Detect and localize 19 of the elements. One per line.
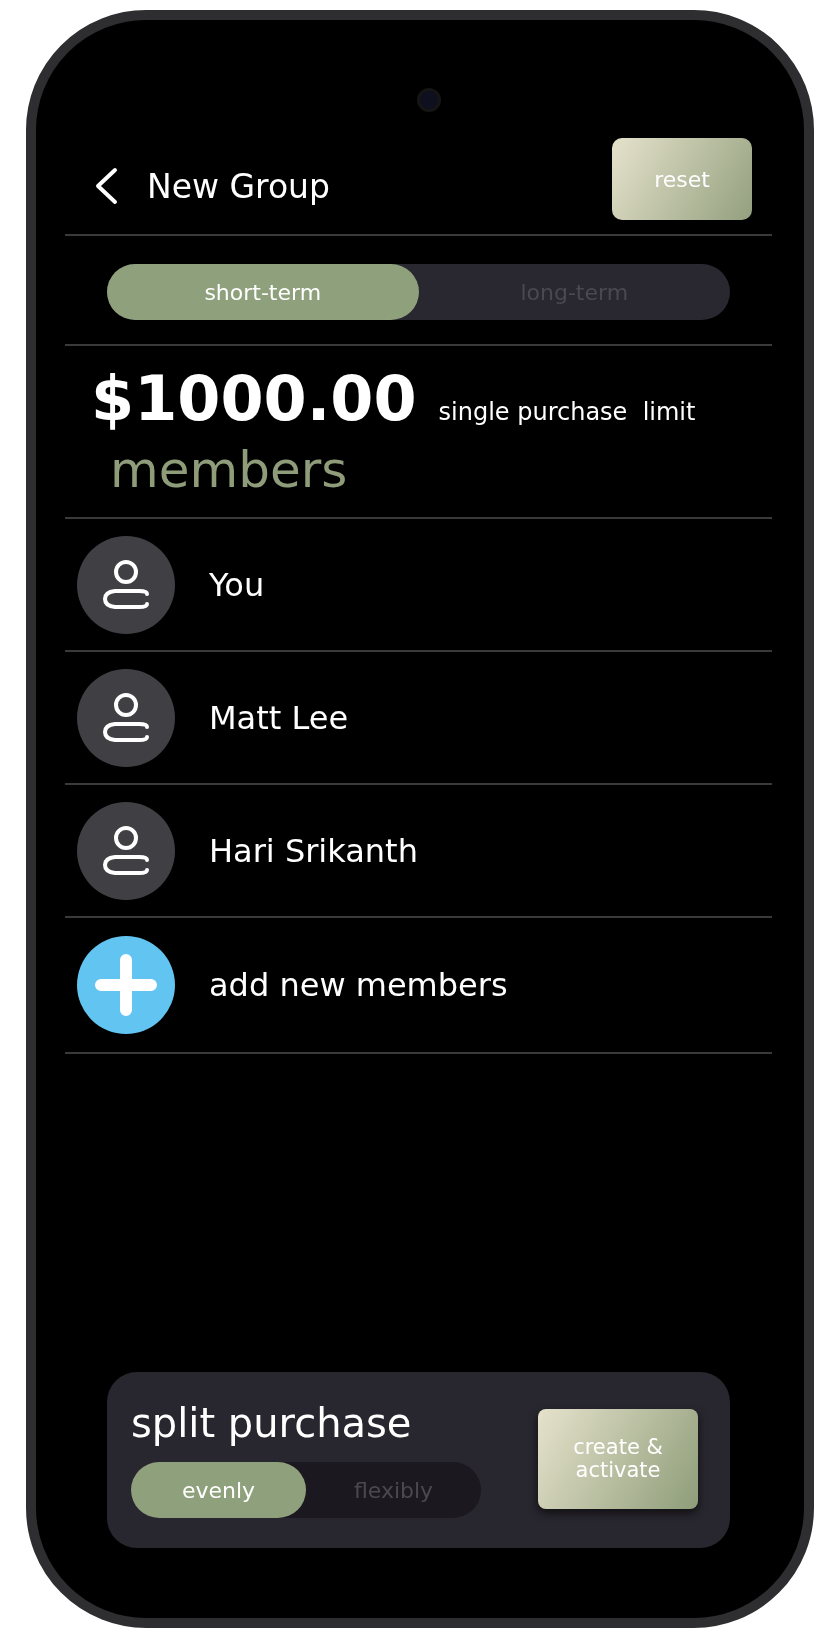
limit-amount: $1000.00 (91, 362, 417, 435)
back-icon[interactable] (93, 167, 119, 205)
camera-icon (416, 88, 441, 112)
card-title: split purchase (131, 1400, 413, 1446)
add-member-link[interactable]: add new members (209, 966, 508, 1004)
create-button[interactable]: create & activate (538, 1409, 698, 1509)
reset-button[interactable]: reset (612, 138, 752, 220)
limit-label: single purchase limit (438, 398, 696, 426)
split-option[interactable]: evenly (131, 1462, 306, 1518)
term-tab[interactable]: short-term (107, 264, 419, 320)
member-name: You (209, 565, 265, 604)
user-icon (77, 535, 175, 634)
section-heading: members (110, 441, 349, 499)
member-name: Matt Lee (209, 698, 349, 737)
member-name: Hari Srikanth (209, 831, 418, 870)
page-title: New Group (147, 166, 331, 206)
user-icon (77, 668, 175, 767)
user-icon (77, 801, 175, 900)
add-icon[interactable] (77, 936, 175, 1034)
